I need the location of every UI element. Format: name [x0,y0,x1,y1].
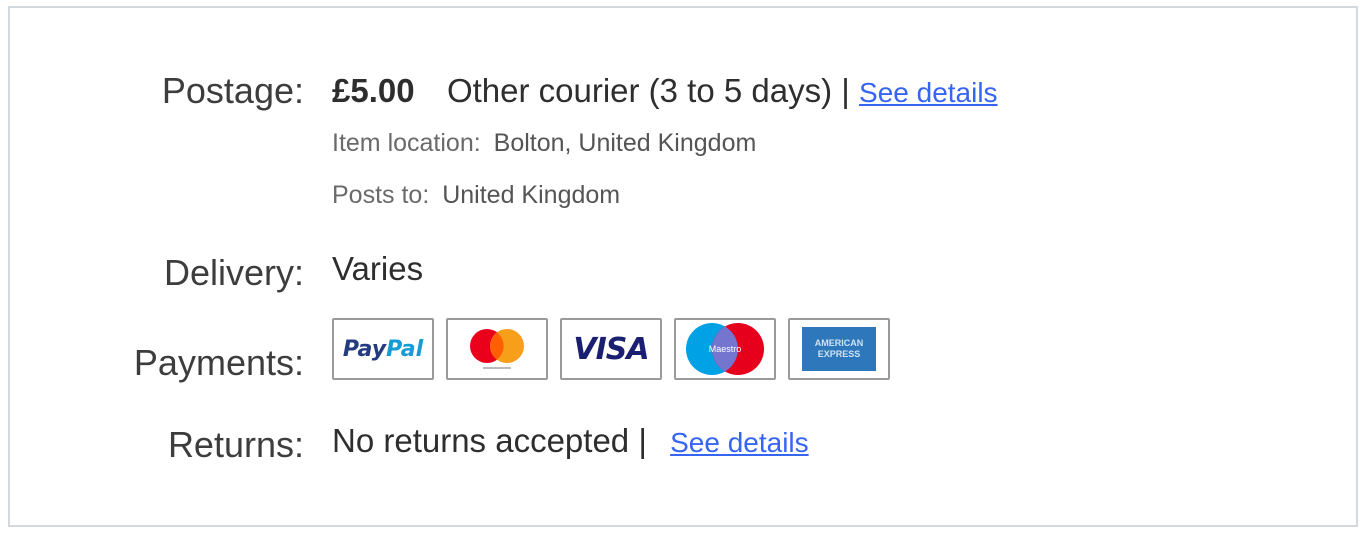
maestro-icon: Maestro [674,318,776,380]
postage-separator: | [841,72,850,109]
returns-text: No returns accepted [332,422,630,459]
delivery-value: Varies [332,250,424,287]
shipping-payment-panel: Postage: £5.00 Other courier (3 to 5 day… [8,6,1358,527]
item-location-label: Item location: [332,129,481,157]
postage-label: Postage: [161,70,304,111]
postage-see-details-link[interactable]: See details [859,77,998,108]
posts-to-value: United Kingdom [442,181,621,209]
postage-value: £5.00 Other courier (3 to 5 days) | See … [332,72,998,110]
mastercard-icon [446,318,548,380]
postage-method: Other courier (3 to 5 days) [446,72,833,109]
payments-label: Payments: [133,342,304,383]
returns-value: No returns accepted | See details [332,422,809,460]
posts-to: Posts to: United Kingdom [332,181,620,210]
american-express-icon: AMERICAN EXPRESS [788,318,890,380]
paypal-icon: PayPal [332,318,434,380]
item-location: Item location: Bolton, United Kingdom [332,129,756,158]
returns-label: Returns: [167,424,304,465]
item-location-value: Bolton, United Kingdom [493,129,757,157]
posts-to-label: Posts to: [332,181,430,209]
returns-see-details-link[interactable]: See details [670,427,809,458]
delivery-label: Delivery: [163,252,304,293]
payment-methods: PayPal VISA Maestro AMERICAN EXPRESS [332,318,890,380]
postage-price: £5.00 [332,72,415,109]
visa-icon: VISA [560,318,662,380]
returns-separator: | [638,422,647,459]
